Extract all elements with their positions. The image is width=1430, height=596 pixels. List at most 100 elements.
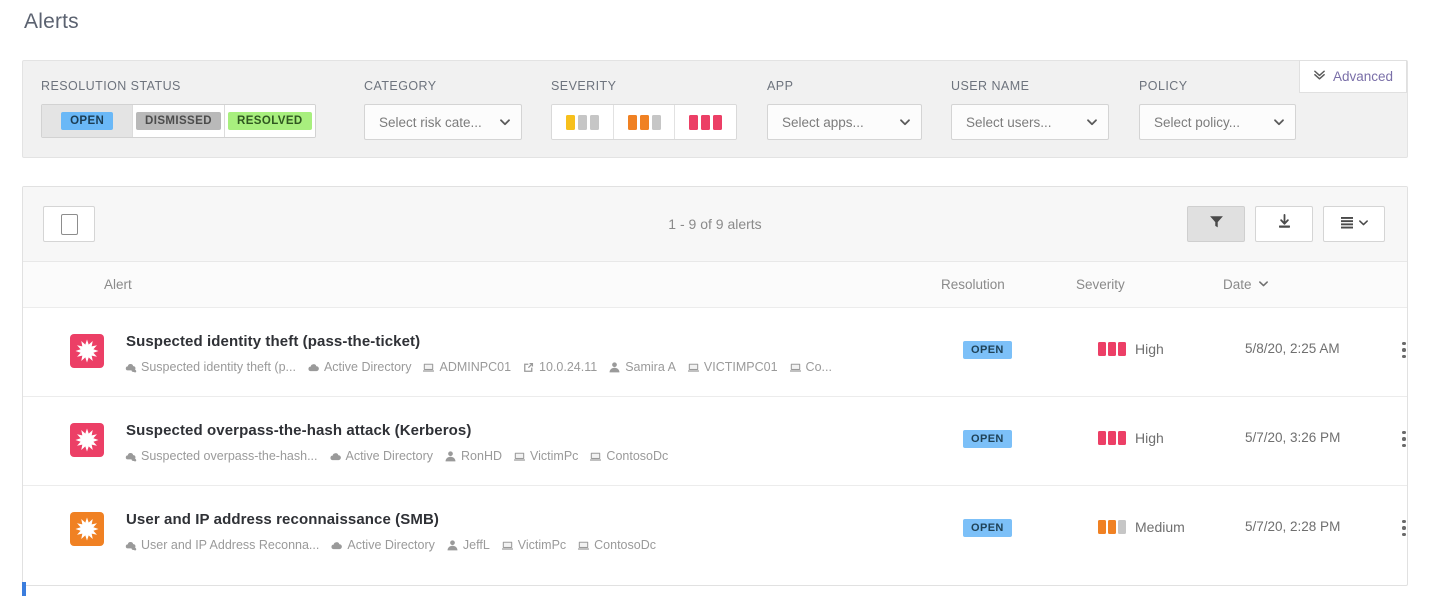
severity-cell: Medium (1098, 519, 1185, 535)
alert-title-link[interactable]: Suspected overpass-the-hash attack (Kerb… (126, 422, 471, 439)
resolution-option-open[interactable]: OPEN (42, 105, 134, 137)
user-icon (444, 450, 457, 463)
filter-app: APP Select apps... (767, 79, 922, 140)
toolbar-actions (1187, 206, 1385, 242)
user-icon (608, 361, 621, 374)
resolution-pill-resolved: RESOLVED (228, 112, 312, 130)
alert-meta-chip[interactable]: ADMINPC01 (422, 360, 511, 374)
alert-meta-label: User and IP Address Reconna... (141, 538, 320, 552)
alert-meta-label: ContosoDc (606, 449, 669, 463)
column-header-resolution: Resolution (941, 277, 1005, 292)
app-cloud-icon (329, 450, 342, 463)
row-actions-menu-button[interactable] (1394, 338, 1407, 362)
alert-meta-chip[interactable]: Suspected identity theft (p... (124, 360, 296, 374)
alert-meta-label: VictimPc (517, 538, 567, 552)
policy-select-value: Select policy... (1154, 114, 1241, 130)
severity-label: Medium (1135, 519, 1185, 535)
computer-icon (513, 450, 526, 463)
severity-option-high[interactable] (675, 105, 736, 139)
alert-severity-icon (70, 334, 104, 368)
alert-meta-label: Suspected overpass-the-hash... (141, 449, 318, 463)
policy-cloud-icon (124, 361, 137, 374)
alert-meta-row: User and IP Address Reconna... Active Dir… (124, 538, 667, 552)
chevron-down-icon (899, 116, 911, 128)
filter-label-category: CATEGORY (364, 79, 437, 93)
external-link-icon (522, 361, 535, 374)
filter-resolution-status: RESOLUTION STATUS OPEN DISMISSED RESOLVE… (41, 79, 316, 138)
alert-meta-chip[interactable]: User and IP Address Reconna... (124, 538, 319, 552)
app-select[interactable]: Select apps... (767, 104, 922, 140)
computer-icon (577, 539, 590, 552)
alert-date: 5/8/20, 2:25 AM (1245, 341, 1340, 356)
category-select[interactable]: Select risk cate... (364, 104, 522, 140)
alert-meta-label: Active Directory (347, 538, 435, 552)
alert-meta-chip[interactable]: Active Directory (329, 449, 433, 463)
severity-cell: High (1098, 341, 1164, 357)
alert-title-link[interactable]: User and IP address reconnaissance (SMB) (126, 511, 439, 528)
severity-bars (1098, 431, 1126, 445)
alert-meta-label: VICTIMPC01 (703, 360, 778, 374)
alert-meta-chip[interactable]: Active Directory (330, 538, 435, 552)
advanced-filters-button[interactable]: Advanced (1298, 60, 1407, 93)
chevron-down-icon (1258, 277, 1269, 292)
alert-meta-label: ContosoDc (594, 538, 656, 552)
column-header-date[interactable]: Date (1223, 277, 1269, 292)
severity-segmented[interactable] (551, 104, 737, 140)
alert-meta-chip[interactable]: Samira A (608, 360, 676, 374)
filter-severity: SEVERITY (551, 79, 737, 140)
alert-meta-chip[interactable]: VICTIMPC01 (687, 360, 778, 374)
chevron-down-icon (499, 116, 511, 128)
checkbox-box-icon (60, 213, 78, 235)
policy-select[interactable]: Select policy... (1139, 104, 1296, 140)
resolution-option-resolved[interactable]: RESOLVED (224, 105, 315, 137)
computer-icon (501, 539, 514, 552)
user-name-select[interactable]: Select users... (951, 104, 1109, 140)
alert-meta-chip[interactable]: Suspected overpass-the-hash... (124, 449, 318, 463)
policy-cloud-icon (124, 450, 137, 463)
alert-meta-chip[interactable]: 10.0.24.11 (522, 360, 597, 374)
category-select-value: Select risk cate... (379, 114, 482, 130)
alert-meta-chip[interactable]: RonHD (444, 449, 502, 463)
table-row[interactable]: Suspected overpass-the-hash attack (Kerb… (23, 397, 1407, 486)
app-cloud-icon (307, 361, 320, 374)
double-chevron-down-icon (1313, 68, 1326, 86)
table-row[interactable]: User and IP address reconnaissance (SMB)… (23, 486, 1407, 575)
filter-label-user-name: USER NAME (951, 79, 1030, 93)
severity-bar-1 (627, 114, 637, 130)
select-all-checkbox[interactable] (43, 206, 95, 242)
alert-meta-chip[interactable]: VictimPc (501, 538, 566, 552)
resolution-option-dismissed[interactable]: DISMISSED (133, 105, 225, 137)
chevron-down-icon (1273, 116, 1285, 128)
alert-meta-chip[interactable]: VictimPc (513, 449, 578, 463)
alert-meta-chip[interactable]: Co... (789, 360, 832, 374)
computer-icon (789, 361, 802, 374)
severity-bars (1098, 520, 1126, 534)
alert-date: 5/7/20, 2:28 PM (1245, 519, 1341, 534)
resolution-status-badge: OPEN (963, 519, 1012, 537)
severity-option-medium[interactable] (613, 105, 676, 139)
severity-bar-2 (577, 114, 587, 130)
alert-meta-chip[interactable]: Active Directory (307, 360, 412, 374)
severity-label: High (1135, 430, 1164, 446)
severity-bar-2 (1108, 342, 1116, 356)
severity-option-low[interactable] (552, 105, 614, 139)
filter-button[interactable] (1187, 206, 1245, 242)
row-actions-menu-button[interactable] (1394, 516, 1407, 540)
severity-bar-1 (1098, 431, 1106, 445)
view-options-button[interactable] (1323, 206, 1385, 242)
alert-meta-chip[interactable]: ContosoDc (589, 449, 668, 463)
alert-severity-icon (70, 423, 104, 457)
table-row[interactable]: Suspected identity theft (pass-the-ticke… (23, 308, 1407, 397)
resolution-status-badge: OPEN (963, 341, 1012, 359)
export-button[interactable] (1255, 206, 1313, 242)
alerts-rows: Suspected identity theft (pass-the-ticke… (23, 308, 1407, 575)
row-actions-menu-button[interactable] (1394, 427, 1407, 451)
table-header-row: Alert Resolution Severity Date (23, 262, 1407, 308)
alert-meta-chip[interactable]: ContosoDc (577, 538, 656, 552)
alert-meta-chip[interactable]: JeffL (446, 538, 490, 552)
chevron-down-icon (1086, 116, 1098, 128)
alert-meta-label: Active Directory (323, 360, 412, 374)
alert-meta-label: RonHD (461, 449, 503, 463)
alert-title-link[interactable]: Suspected identity theft (pass-the-ticke… (126, 333, 420, 350)
resolution-status-segmented[interactable]: OPEN DISMISSED RESOLVED (41, 104, 316, 138)
